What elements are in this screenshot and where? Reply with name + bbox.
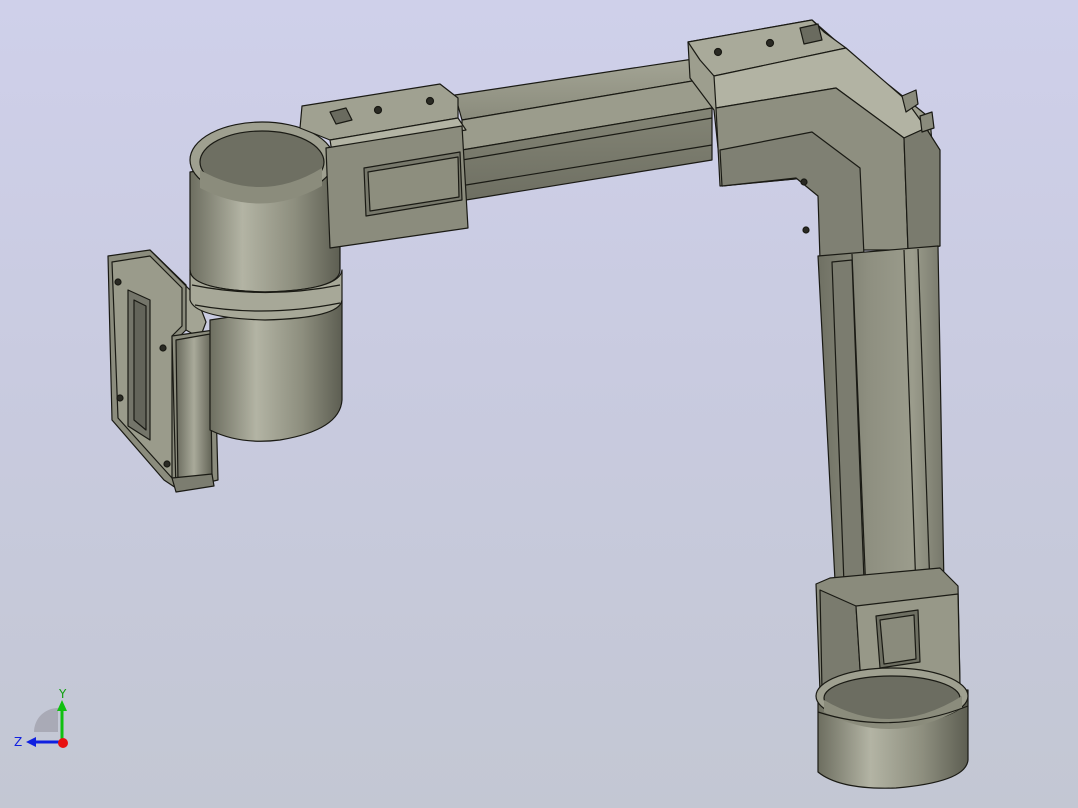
- triad-arc: [34, 708, 58, 732]
- elbow-fitting: [687, 19, 941, 261]
- outlet-cylinder: [815, 667, 969, 789]
- cad-model[interactable]: [0, 0, 1078, 808]
- orientation-triad[interactable]: Y Z: [8, 684, 78, 754]
- z-axis-arrow: [26, 737, 36, 747]
- horizontal-tube: [454, 57, 713, 201]
- vertical-riser-cylinder: [189, 121, 343, 442]
- x-axis-dot: [58, 738, 68, 748]
- 3d-viewport[interactable]: Y Z: [0, 0, 1078, 808]
- vertical-tube: [817, 245, 945, 601]
- y-axis-arrow: [57, 700, 67, 711]
- z-axis-label: Z: [14, 735, 22, 749]
- y-axis-label: Y: [58, 687, 67, 701]
